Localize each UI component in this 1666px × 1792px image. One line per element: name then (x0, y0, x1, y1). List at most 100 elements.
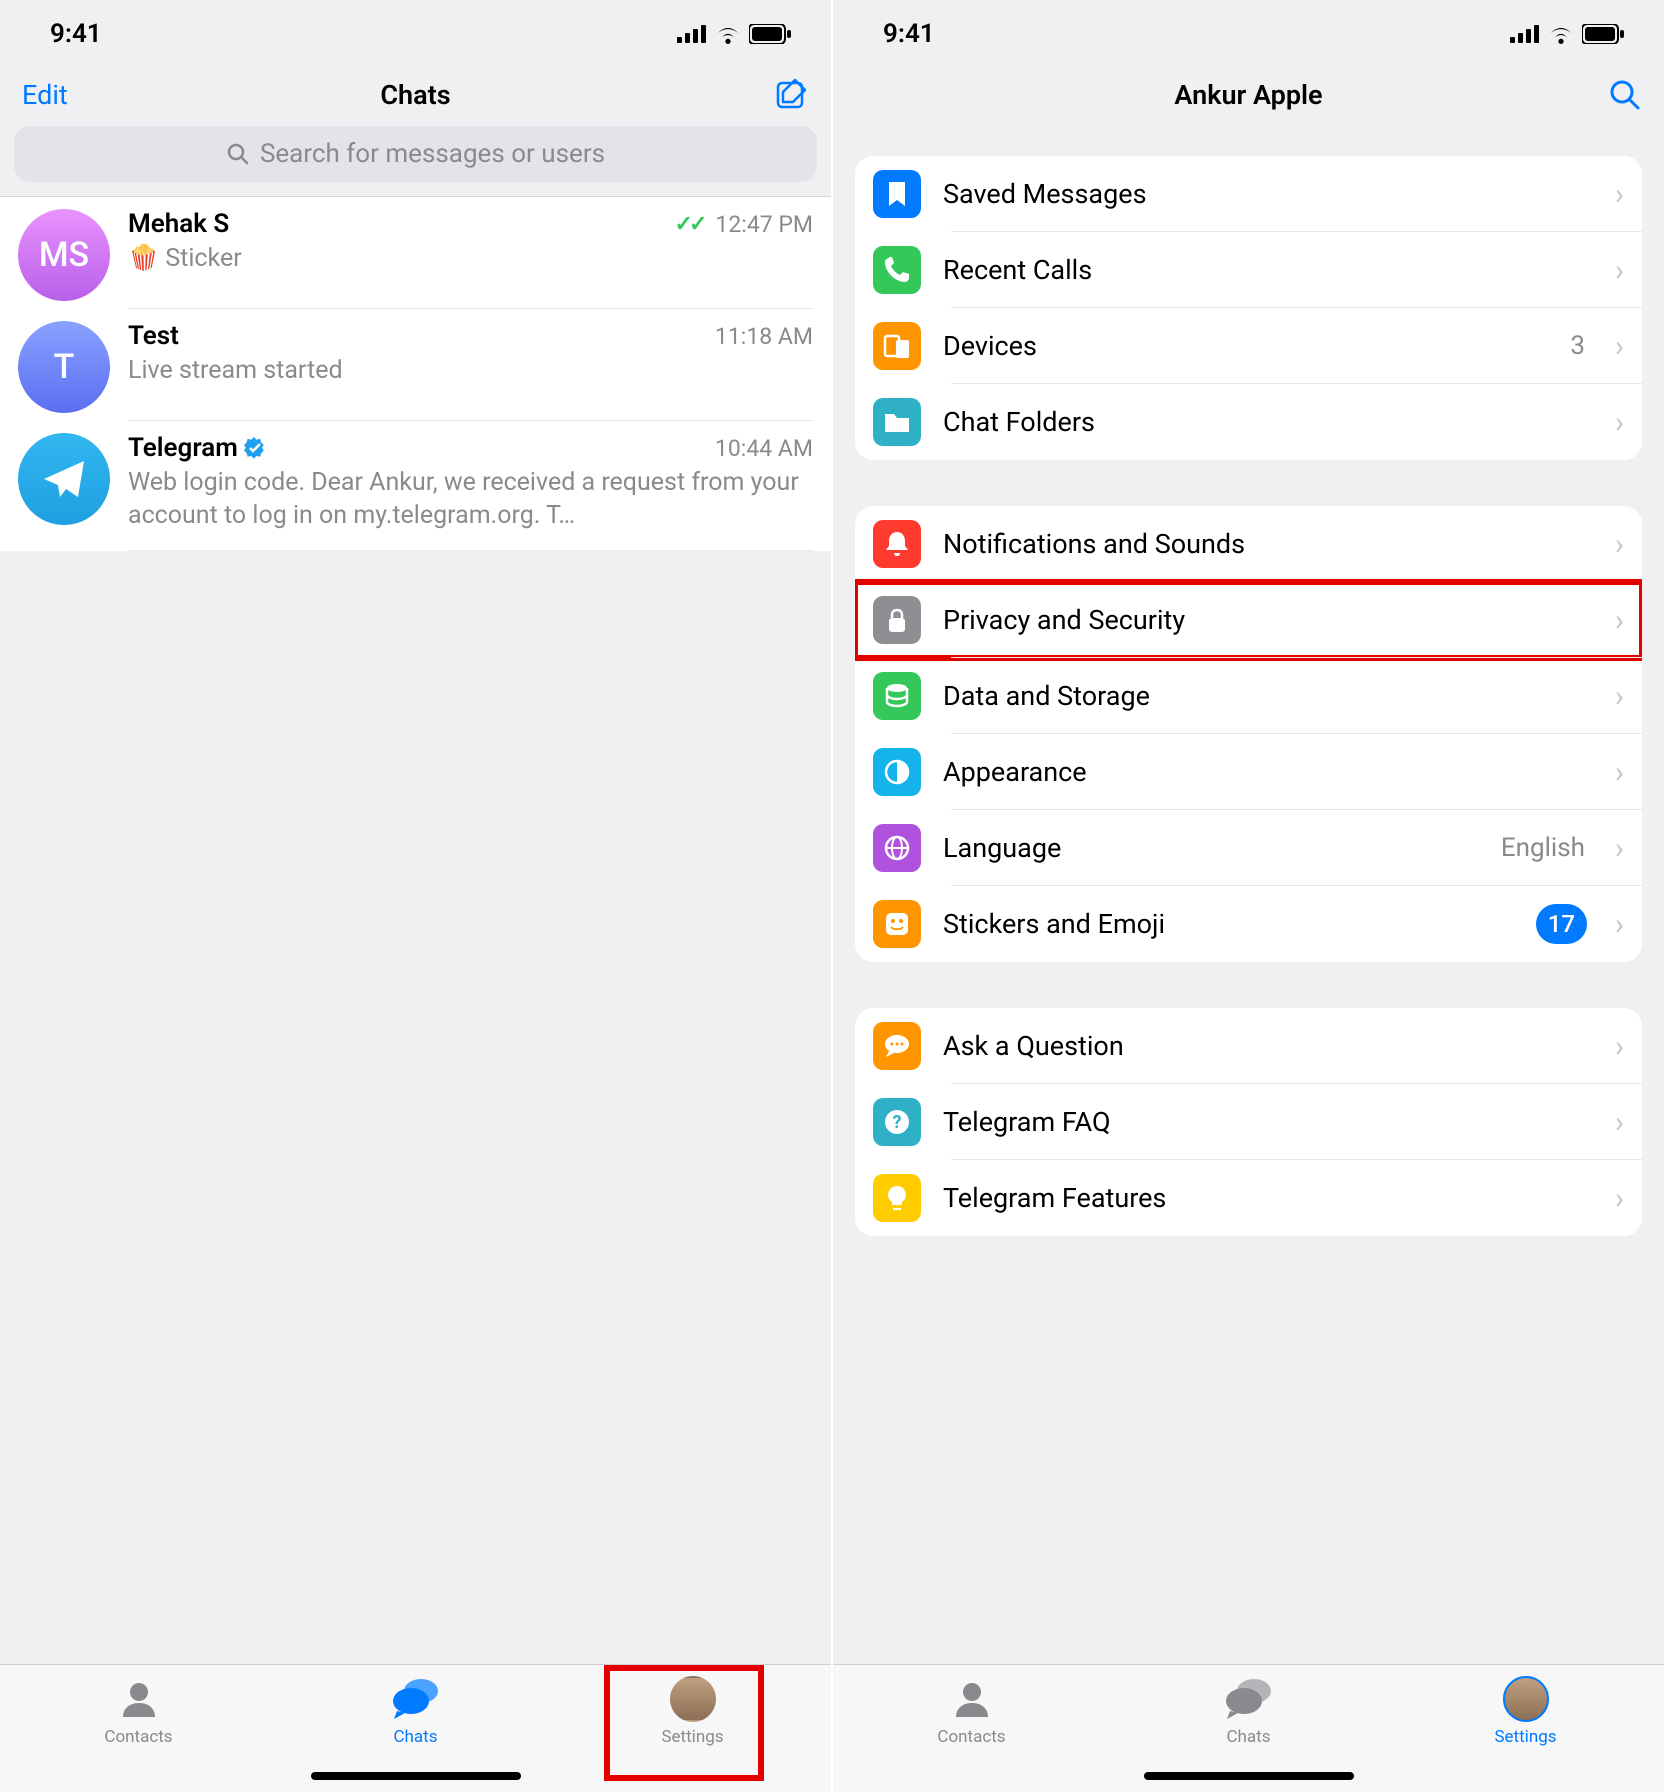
tab-settings[interactable]: Settings (1451, 1675, 1601, 1747)
tab-bar: Contacts Chats Settings (0, 1664, 831, 1792)
edit-button[interactable]: Edit (22, 79, 68, 111)
search-icon (226, 142, 250, 166)
settings-row-recent-calls[interactable]: Recent Calls › (855, 232, 1642, 308)
row-label: Saved Messages (943, 178, 1593, 210)
chat-icon (873, 1022, 921, 1070)
row-label: Data and Storage (943, 680, 1593, 712)
settings-row-language[interactable]: LanguageEnglish› (855, 810, 1642, 886)
settings-row-chat-folders[interactable]: Chat Folders› (855, 384, 1642, 460)
status-bar: 9:41 (0, 0, 831, 68)
settings-screen: 9:41 Ankur Apple Saved Messages›Recent C… (833, 0, 1666, 1792)
chat-body: Mehak S✓✓12:47 PM🍿 Sticker (128, 209, 813, 309)
chat-msg: 🍿 Sticker (128, 243, 813, 276)
page-title: Ankur Apple (833, 79, 1664, 111)
row-label: Telegram FAQ (943, 1106, 1593, 1138)
chats-screen: 9:41 Edit Chats Search for messages or u… (0, 0, 833, 1792)
bulb-icon (873, 1174, 921, 1222)
tab-label: Contacts (104, 1727, 172, 1747)
settings-row-notifications-and-sounds[interactable]: Notifications and Sounds› (855, 506, 1642, 582)
tab-label: Chats (1226, 1727, 1270, 1747)
row-label: Stickers and Emoji (943, 908, 1514, 940)
settings-row-privacy-and-security[interactable]: Privacy and Security› (855, 582, 1642, 658)
devices-icon (873, 322, 921, 370)
chevron-right-icon: › (1615, 1029, 1624, 1064)
row-label: Language (943, 832, 1479, 864)
row-badge: 17 (1536, 904, 1587, 944)
battery-icon (749, 24, 791, 44)
compose-button[interactable] (775, 78, 809, 112)
chevron-right-icon: › (1615, 253, 1624, 288)
data-icon (873, 672, 921, 720)
settings-list[interactable]: Saved Messages›Recent Calls›Devices3›Cha… (833, 156, 1664, 1664)
tab-contacts[interactable]: Contacts (64, 1675, 214, 1747)
chat-row[interactable]: TTest11:18 AMLive stream started (0, 309, 831, 421)
avatar (1503, 1676, 1549, 1722)
tab-contacts[interactable]: Contacts (897, 1675, 1047, 1747)
settings-row-appearance[interactable]: Appearance › (855, 734, 1642, 810)
search-placeholder: Search for messages or users (260, 139, 605, 169)
settings-row-stickers-and-emoji[interactable]: Stickers and Emoji 17 › (855, 886, 1642, 962)
row-value: English (1501, 833, 1585, 863)
settings-group: Ask a Question › ?Telegram FAQ›Telegram Fe… (855, 1008, 1642, 1236)
compose-icon (775, 78, 809, 112)
folder-icon (873, 398, 921, 446)
chat-list: MSMehak S✓✓12:47 PM🍿 StickerTTest11:18 A… (0, 196, 831, 551)
contrast-icon (873, 748, 921, 796)
chat-msg: Live stream started (128, 355, 813, 388)
sticker-icon (873, 900, 921, 948)
chat-time: 10:44 AM (715, 435, 813, 462)
search-wrap: Search for messages or users (0, 126, 831, 196)
row-value: 3 (1570, 331, 1585, 361)
settings-row-data-and-storage[interactable]: Data and Storage› (855, 658, 1642, 734)
tab-bar: Contacts Chats Settings (833, 1664, 1664, 1792)
settings-group: Notifications and Sounds›Privacy and Sec… (855, 506, 1642, 962)
chat-body: Test11:18 AMLive stream started (128, 321, 813, 421)
search-button[interactable] (1608, 78, 1642, 112)
row-label: Ask a Question (943, 1030, 1593, 1062)
chats-icon (392, 1675, 440, 1723)
home-indicator[interactable] (1144, 1772, 1354, 1780)
row-label: Devices (943, 330, 1548, 362)
bookmark-icon (873, 170, 921, 218)
settings-row-telegram-faq[interactable]: ?Telegram FAQ› (855, 1084, 1642, 1160)
settings-row-ask-a-question[interactable]: Ask a Question › (855, 1008, 1642, 1084)
row-label: Recent Calls (943, 254, 1593, 286)
lock-icon (873, 596, 921, 644)
settings-avatar-icon (1502, 1675, 1550, 1723)
home-indicator[interactable] (311, 1772, 521, 1780)
chat-msg: Web login code. Dear Ankur, we received … (128, 467, 813, 532)
contacts-icon (948, 1675, 996, 1723)
settings-row-telegram-features[interactable]: Telegram Features› (855, 1160, 1642, 1236)
globe-icon (873, 824, 921, 872)
verified-icon (244, 437, 266, 459)
phone-icon (873, 246, 921, 294)
settings-row-devices[interactable]: Devices 3 › (855, 308, 1642, 384)
chat-row[interactable]: MSMehak S✓✓12:47 PM🍿 Sticker (0, 197, 831, 309)
tab-settings[interactable]: Settings (618, 1675, 768, 1747)
page-title: Chats (0, 79, 831, 111)
row-label: Appearance (943, 756, 1593, 788)
chat-body: Telegram 10:44 AMWeb login code. Dear An… (128, 433, 813, 551)
settings-group: Saved Messages› Recent Calls › Devices 3 › Cha… (855, 156, 1642, 460)
tab-label: Chats (393, 1727, 437, 1747)
chevron-right-icon: › (1615, 907, 1624, 942)
avatar (18, 433, 110, 525)
read-checks-icon: ✓✓ (675, 212, 704, 237)
nav-bar: Edit Chats (0, 68, 831, 126)
chevron-right-icon: › (1615, 755, 1624, 790)
status-time: 9:41 (50, 19, 102, 49)
chat-name: Mehak S (128, 209, 229, 239)
status-time: 9:41 (883, 19, 935, 49)
tab-chats[interactable]: Chats (1174, 1675, 1324, 1747)
chevron-right-icon: › (1615, 527, 1624, 562)
tab-label: Contacts (937, 1727, 1005, 1747)
chat-name: Test (128, 321, 179, 351)
chevron-right-icon: › (1615, 329, 1624, 364)
search-icon (1608, 78, 1642, 112)
status-indicators (1510, 24, 1624, 44)
settings-row-saved-messages[interactable]: Saved Messages› (855, 156, 1642, 232)
tab-chats[interactable]: Chats (341, 1675, 491, 1747)
chat-row[interactable]: Telegram 10:44 AMWeb login code. Dear An… (0, 421, 831, 551)
tab-label: Settings (1494, 1727, 1556, 1747)
search-input[interactable]: Search for messages or users (14, 126, 817, 182)
